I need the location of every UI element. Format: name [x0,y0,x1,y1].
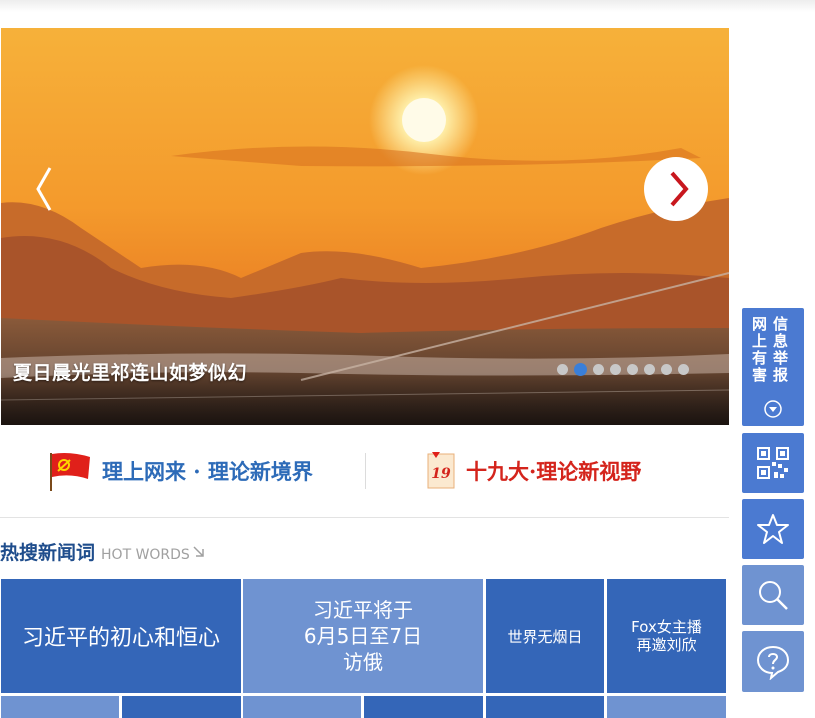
slider-dot[interactable] [661,364,672,375]
hot-word-tile[interactable] [243,696,361,718]
slide-caption[interactable]: 夏日晨光里祁连山如梦似幻 [13,358,247,385]
chevron-left-icon [36,167,52,211]
slider-dot[interactable] [557,364,568,375]
nineteenth-congress-label: 十九大·理论新视野 [466,459,642,484]
slider-dot[interactable] [627,364,638,375]
report-char: 网 [752,315,768,333]
report-label: 网 上 有 害 信 息 举 报 [752,316,796,384]
slider-dot[interactable] [610,364,621,375]
slider-dot[interactable] [678,364,689,375]
report-label-col2: 信 息 举 报 [773,316,788,384]
report-char: 有 [752,349,768,367]
arrow-down-right-icon [193,546,204,557]
banner-divider [365,453,366,489]
qr-code-icon [757,447,789,479]
hot-words-subtitle: HOT WORDS [101,547,190,563]
hot-word-line: 访俄 [343,650,383,674]
report-char: 害 [752,366,768,384]
favorite-button[interactable] [742,499,804,559]
help-button[interactable] [742,631,804,692]
hot-word-tile-2[interactable]: 习近平将于 6月5日至7日 访俄 [243,579,483,693]
hot-words-heading: 热搜新闻词 HOT WORDS [0,538,206,565]
theory-online-banner[interactable]: 理上网来 · 理论新境界 [48,449,313,493]
prev-slide-button[interactable] [30,164,60,214]
dropdown-circle-icon [764,400,782,418]
nineteenth-congress-banner[interactable]: 19 十九大·理论新视野 [426,449,641,493]
feature-banners: 理上网来 · 理论新境界 19 十九大·理论新视野 [0,425,729,518]
slider-dot[interactable] [644,364,655,375]
hot-word-tile[interactable] [1,696,119,718]
report-char: 信 [773,315,789,333]
hot-word-label: 世界无烟日 [507,627,583,646]
hot-word-tile[interactable] [364,696,483,718]
next-slide-button[interactable] [644,157,708,221]
report-char: 息 [773,332,789,350]
report-char: 报 [773,366,789,384]
hot-word-line: Fox女主播 [631,618,702,636]
help-bubble-icon [756,645,790,680]
chevron-right-icon [670,171,689,207]
hot-word-label: 习近平的初心和恒心 [21,626,220,651]
report-char: 举 [773,349,789,367]
slider-dot-active[interactable] [574,363,587,376]
report-label-col1: 网 上 有 害 [752,316,767,384]
congress-badge-icon: 19 [427,452,455,489]
hot-word-tile-4[interactable]: Fox女主播 再邀刘欣 [607,579,726,693]
slider-dot[interactable] [593,364,604,375]
hot-word-tile[interactable] [486,696,604,718]
theory-online-label: 理上网来 · 理论新境界 [102,459,313,484]
congress-badge-number: 19 [431,466,451,482]
party-flag-icon [50,453,90,491]
hot-word-line: 6月5日至7日 [303,624,423,648]
report-char: 上 [752,332,768,350]
slider-dots [557,363,689,376]
search-button[interactable] [742,565,804,625]
star-icon [757,514,789,544]
top-shadow [0,0,815,12]
search-icon [759,581,788,610]
hot-words-title: 热搜新闻词 [0,542,96,564]
hot-word-line: 再邀刘欣 [636,636,697,654]
hot-word-tile-3[interactable]: 世界无烟日 [486,579,604,693]
hot-word-tile[interactable] [607,696,726,718]
hot-word-line: 习近平将于 [313,598,413,622]
qr-code-button[interactable] [742,433,804,493]
hot-word-tile-1[interactable]: 习近平的初心和恒心 [1,579,241,693]
hot-word-tile[interactable] [122,696,241,718]
